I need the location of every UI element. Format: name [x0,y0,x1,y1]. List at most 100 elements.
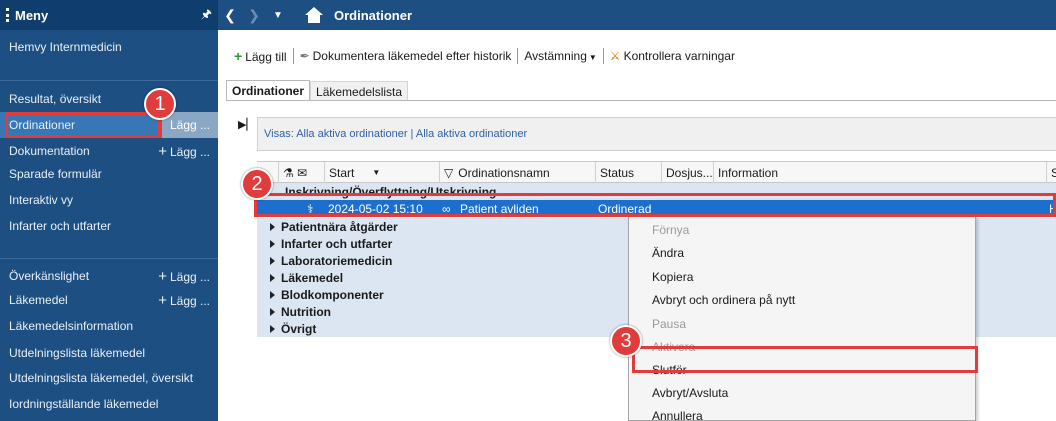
column-start[interactable]: Start ▼ [325,162,440,183]
column-info[interactable]: Information [714,162,1047,183]
sidebar-item-lakemedel[interactable]: Läkemedel + Lägg ... [0,287,218,313]
highlight-slutfor [632,346,978,373]
menu-item-kopiera[interactable]: Kopiera [629,266,975,288]
add-dokumentation-link[interactable]: + Lägg ... [158,143,218,160]
expand-panel-icon[interactable]: ▶▏ [238,118,255,131]
step-badge-2: 2 [241,168,273,200]
expand-arrow-icon[interactable] [270,324,275,333]
group-label: Nutrition [281,304,331,319]
plus-icon: + [158,291,167,309]
expand-arrow-icon[interactable] [270,290,275,299]
sidebar-item-label: Sparade formulär [9,167,102,181]
highlight-selected-row [254,193,1056,217]
reconcile-label: Avstämning [524,49,587,63]
group-label: Övrigt [281,321,317,336]
menu-item-annullera[interactable]: Annullera [629,405,975,421]
sidebar-item-sparade-formular[interactable]: Sparade formulär [0,161,218,187]
sidebar-item-utdelningslista-oversikt[interactable]: Utdelningslista läkemedel, översikt [0,365,218,391]
plus-icon: + [158,142,167,160]
sidebar-item-lakemedelsinformation[interactable]: Läkemedelsinformation [0,313,218,339]
warning-check-icon: ⚔ [609,49,621,63]
add-overkanslighet-link[interactable]: + Lägg ... [158,268,218,285]
group-label: Infarter och utfarter [281,236,393,251]
pill-document-icon: ✒ [299,49,310,63]
document-medication-button[interactable]: ✒ Dokumentera läkemedel efter historik [300,49,512,63]
sidebar-item-label: Läkemedelsinformation [9,319,134,333]
sidebar-item-overkanslighet[interactable]: Överkänslighet + Lägg ... [0,263,218,289]
link-icon: ⚗ [283,165,294,180]
toolbar-separator [602,48,604,64]
group-label: Laboratoriemedicin [281,253,393,268]
filter-icon: ▽ [444,165,454,180]
filter-bar: Visas: Alla aktiva ordinationer | Alla a… [257,117,1056,151]
column-dose[interactable]: Dosjus... [662,162,714,183]
column-status[interactable]: Status [596,162,662,183]
menu-item-avbryt-ordinera[interactable]: Avbryt och ordinera på nytt [629,289,975,311]
toolbar-separator [292,48,294,64]
sidebar-header: Meny 🖈 [0,0,218,30]
sidebar-item-label: Överkänslighet [9,269,90,283]
sidebar-item-infarter[interactable]: Infarter och utfarter [0,213,218,239]
sidebar-divider [0,80,218,81]
context-menu: Förnya Ändra Kopiera Avbryt och ordinera… [628,216,976,421]
expand-arrow-icon[interactable] [270,222,275,231]
reconcile-dropdown[interactable]: Avstämning ▼ [524,49,596,63]
menu-item-avbryt-avsluta[interactable]: Avbryt/Avsluta [629,382,975,404]
step-badge-3: 3 [610,325,642,357]
sidebar-item-label: Läkemedel [9,293,68,307]
back-arrow-icon[interactable]: ❮ [218,7,242,24]
sidebar-item-label: Resultat, översikt [9,92,102,106]
document-medication-label: Dokumentera läkemedel efter historik [312,49,512,63]
column-icons[interactable]: ⚗ ✉ [279,162,325,183]
plus-icon: + [158,267,167,285]
comment-icon: ✉ [297,165,308,180]
add-link-label: Lägg ... [169,293,210,308]
history-dropdown-icon[interactable]: ▼ [266,10,290,21]
column-last[interactable]: S [1047,162,1056,183]
sidebar-item-resultat[interactable]: Resultat, översikt [0,86,218,112]
sidebar-divider [0,258,218,259]
sidebar-item-label: Infarter och utfarter [9,219,112,233]
sidebar-item-hemvy[interactable]: Hemvy Internmedicin [0,34,218,60]
step-badge-1: 1 [144,88,176,120]
sidebar-item-iordningstallande[interactable]: Iordningställande läkemedel [0,391,218,417]
sidebar-menu: Meny 🖈 Hemvy Internmedicin Resultat, öve… [0,0,218,421]
expand-arrow-icon[interactable] [270,273,275,282]
filter-text[interactable]: Visas: Alla aktiva ordinationer | Alla a… [264,128,527,140]
add-button-label: Lägg till [245,50,287,64]
forward-arrow-icon[interactable]: ❯ [242,7,266,24]
tab-lakemedelslista[interactable]: Läkemedelslista [310,81,409,101]
group-label: Patientnära åtgärder [281,219,398,234]
tab-strip: Ordinationer Läkemedelslista [226,80,409,101]
expand-arrow-icon[interactable] [270,307,275,316]
pin-icon[interactable]: 🖈 [201,5,212,26]
menu-item-pausa[interactable]: Pausa [629,313,975,335]
expand-arrow-icon[interactable] [270,239,275,248]
group-label: Läkemedel [281,270,344,285]
add-link-label: Lägg ... [169,144,210,159]
sort-dropdown-icon: ▼ [372,168,381,177]
add-lakemedel-link[interactable]: + Lägg ... [158,292,218,309]
column-start-label: Start [329,165,355,180]
sidebar-item-label: Utdelningslista läkemedel, översikt [9,371,194,385]
add-link-label: Lägg ... [169,269,210,284]
sidebar-title: Meny [15,7,49,23]
sidebar-item-label: Iordningställande läkemedel [9,397,159,411]
expand-arrow-icon[interactable] [270,256,275,265]
toolbar-separator [517,48,519,64]
sidebar-item-utdelningslista[interactable]: Utdelningslista läkemedel [0,340,218,366]
tab-ordinationer[interactable]: Ordinationer [226,80,311,100]
add-button[interactable]: + Lägg till [234,48,287,64]
sidebar-item-label: Dokumentation [9,144,90,158]
menu-item-andra[interactable]: Ändra [629,242,975,264]
column-name[interactable]: ▽ Ordinationsnamn [440,162,596,183]
plus-icon: + [234,48,243,64]
top-navigation-bar: ❮ ❯ ▼ Ordinationer [218,0,1056,30]
sidebar-item-label: Hemvy Internmedicin [9,40,122,54]
sidebar-item-interaktiv-vy[interactable]: Interaktiv vy [0,187,218,213]
highlight-ordinationer [5,112,161,138]
check-warnings-button[interactable]: ⚔ Kontrollera varningar [610,49,735,63]
toolbar: + Lägg till ✒ Dokumentera läkemedel efter … [218,44,735,68]
menu-item-fornya[interactable]: Förnya [629,219,975,241]
home-icon[interactable] [304,7,324,23]
